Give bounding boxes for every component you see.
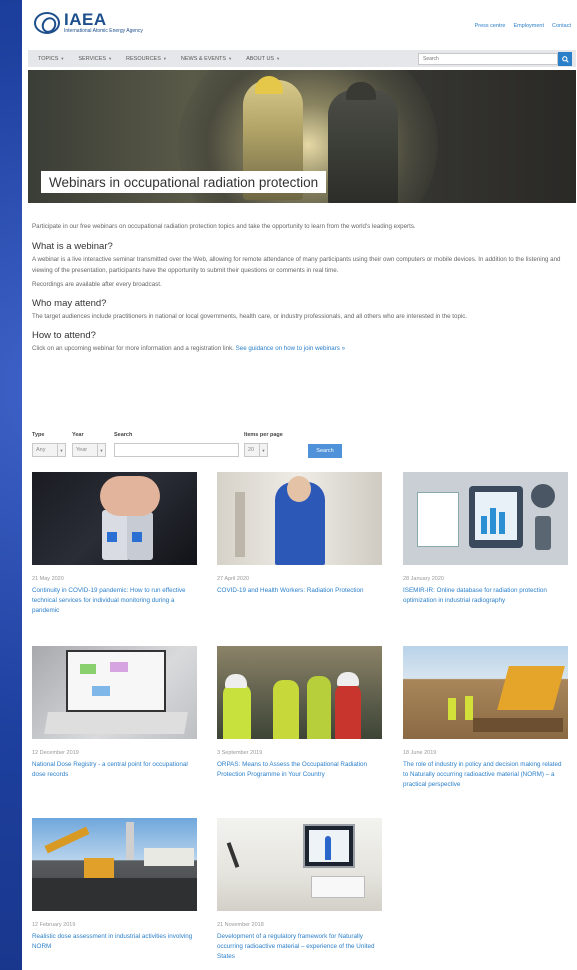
webinar-card[interactable]: 18 June 2019 The role of industry in pol… bbox=[403, 646, 568, 789]
card-image bbox=[217, 818, 382, 911]
card-title[interactable]: National Dose Registry - a central point… bbox=[32, 760, 197, 780]
contact-link[interactable]: Contact bbox=[552, 23, 571, 29]
card-title[interactable]: COVID-19 and Health Workers: Radiation P… bbox=[217, 586, 382, 596]
main-nav: TOPICS ▼ SERVICES ▼ RESOURCES ▼ NEWS & EVEN… bbox=[28, 50, 576, 67]
items-per-page-label: Items per page bbox=[244, 432, 283, 438]
webinar-card[interactable]: 21 November 2018 Development of a regula… bbox=[217, 818, 382, 961]
webinar-card[interactable]: 27 April 2020 COVID-19 and Health Worker… bbox=[217, 472, 382, 596]
section-paragraph: The target audiences include practitione… bbox=[32, 313, 468, 320]
card-image bbox=[32, 472, 197, 565]
nav-about-us[interactable]: ABOUT US ▼ bbox=[246, 56, 280, 62]
section-paragraph: Click on an upcoming webinar for more in… bbox=[32, 345, 346, 353]
year-label: Year bbox=[72, 432, 84, 438]
page-title: Webinars in occupational radiation prote… bbox=[41, 171, 327, 193]
webinar-card[interactable]: 21 May 2020 Continuity in COVID-19 pande… bbox=[32, 472, 197, 615]
card-image bbox=[217, 472, 382, 565]
page: IAEA International Atomic Energy Agency … bbox=[22, 0, 577, 970]
site-header: IAEA International Atomic Energy Agency … bbox=[22, 0, 577, 44]
card-image bbox=[403, 472, 568, 565]
hero-banner: Webinars in occupational radiation prote… bbox=[28, 70, 576, 203]
search-label: Search bbox=[114, 432, 133, 438]
intro-text: Participate in our free webinars on occu… bbox=[32, 223, 416, 230]
logo-name: IAEA bbox=[64, 10, 107, 29]
nav-services[interactable]: SERVICES ▼ bbox=[78, 56, 112, 62]
card-title[interactable]: Development of a regulatory framework fo… bbox=[217, 932, 382, 961]
chevron-down-icon: ▼ bbox=[60, 56, 65, 61]
chevron-down-icon: ▼ bbox=[162, 56, 167, 61]
utility-links: Press centre Employment Contact bbox=[475, 23, 571, 29]
card-title[interactable]: ORPAS: Means to Assess the Occupational … bbox=[217, 760, 382, 780]
items-per-page-select[interactable]: 20 ▼ bbox=[244, 443, 268, 457]
chevron-down-icon: ▼ bbox=[259, 444, 267, 456]
card-title[interactable]: The role of industry in policy and decis… bbox=[403, 760, 568, 789]
chevron-down-icon: ▼ bbox=[228, 56, 233, 61]
webinar-card[interactable]: 12 December 2019 National Dose Registry … bbox=[32, 646, 197, 780]
card-title[interactable]: ISEMIR-IR: Online database for radiation… bbox=[403, 586, 568, 606]
type-select[interactable]: Any ▼ bbox=[32, 443, 66, 457]
webinar-card[interactable]: 12 February 2019 Realistic dose assessme… bbox=[32, 818, 197, 952]
card-image bbox=[403, 646, 568, 739]
section-heading: How to attend? bbox=[32, 330, 96, 342]
hero-miner-figure bbox=[328, 90, 398, 203]
card-date: 3 September 2019 bbox=[217, 750, 263, 756]
card-title[interactable]: Realistic dose assessment in industrial … bbox=[32, 932, 197, 952]
card-date: 12 December 2019 bbox=[32, 750, 79, 756]
card-date: 28 January 2020 bbox=[403, 576, 444, 582]
section-paragraph: A webinar is a live interactive seminar … bbox=[32, 256, 561, 274]
guidance-link[interactable]: See guidance on how to join webinars » bbox=[236, 345, 345, 352]
site-search bbox=[418, 52, 572, 66]
nav-news-events[interactable]: NEWS & EVENTS ▼ bbox=[181, 56, 232, 62]
webinar-search-input[interactable] bbox=[114, 443, 239, 457]
card-image bbox=[32, 818, 197, 911]
search-button[interactable]: Search bbox=[308, 444, 342, 458]
webinar-card[interactable]: 3 September 2019 ORPAS: Means to Assess … bbox=[217, 646, 382, 780]
year-select[interactable]: Year ▼ bbox=[72, 443, 106, 457]
chevron-down-icon: ▼ bbox=[97, 444, 105, 456]
press-centre-link[interactable]: Press centre bbox=[475, 23, 506, 29]
logo-subtitle: International Atomic Energy Agency bbox=[64, 28, 143, 34]
card-date: 18 June 2019 bbox=[403, 750, 437, 756]
section-paragraph: Recordings are available after every bro… bbox=[32, 280, 162, 288]
webinar-filters: Type Any ▼ Year Year ▼ Search Items per pa… bbox=[32, 432, 432, 464]
type-label: Type bbox=[32, 432, 45, 438]
section-heading: What is a webinar? bbox=[32, 241, 113, 253]
card-date: 27 April 2020 bbox=[217, 576, 250, 582]
nav-topics[interactable]: TOPICS ▼ bbox=[38, 56, 64, 62]
iaea-logo[interactable]: IAEA International Atomic Energy Agency bbox=[34, 11, 143, 34]
chevron-down-icon: ▼ bbox=[276, 56, 281, 61]
card-title[interactable]: Continuity in COVID-19 pandemic: How to … bbox=[32, 586, 197, 615]
employment-link[interactable]: Employment bbox=[513, 23, 544, 29]
site-search-button[interactable] bbox=[558, 52, 572, 66]
card-date: 21 May 2020 bbox=[32, 576, 64, 582]
card-date: 12 February 2019 bbox=[32, 922, 76, 928]
card-date: 21 November 2018 bbox=[217, 922, 264, 928]
section-heading: Who may attend? bbox=[32, 298, 107, 309]
nav-resources[interactable]: RESOURCES ▼ bbox=[126, 56, 167, 62]
webinar-card[interactable]: 28 January 2020 ISEMIR-IR: Online databa… bbox=[403, 472, 568, 606]
chevron-down-icon: ▼ bbox=[57, 444, 65, 456]
site-search-input[interactable] bbox=[418, 53, 558, 65]
chevron-down-icon: ▼ bbox=[108, 56, 113, 61]
card-image bbox=[217, 646, 382, 739]
card-image bbox=[32, 646, 197, 739]
search-icon bbox=[561, 55, 569, 63]
main-content: Participate in our free webinars on occu… bbox=[32, 222, 567, 358]
atom-logo-icon bbox=[34, 11, 60, 34]
